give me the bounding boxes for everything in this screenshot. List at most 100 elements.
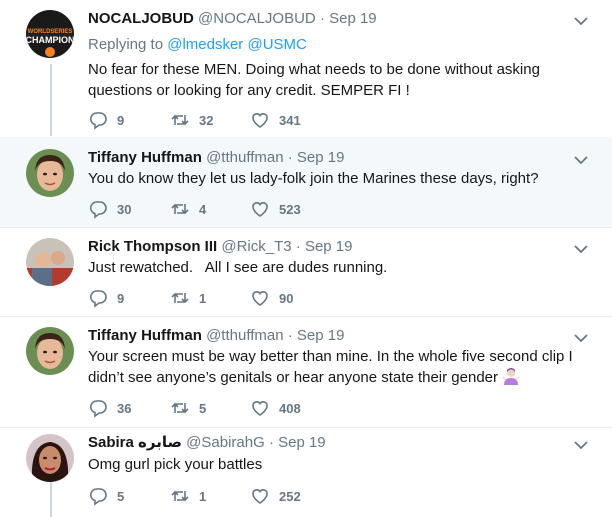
separator-dot: · [319, 10, 325, 27]
retweet-button[interactable]: 1 [170, 486, 206, 506]
reply-icon [89, 488, 107, 506]
heart-icon [252, 113, 268, 128]
woman-shrugging-emoji-icon [502, 368, 520, 385]
chevron-down-icon[interactable] [572, 240, 590, 258]
reply-count: 5 [117, 488, 125, 504]
tweet-date[interactable]: Sep 19 [329, 10, 377, 27]
svg-text:CHAMPION: CHAMPION [26, 35, 74, 45]
display-name[interactable]: Tiffany Huffman [88, 149, 202, 166]
retweet-button[interactable]: 1 [170, 288, 206, 308]
reply-count: 9 [117, 290, 125, 306]
retweet-count: 5 [199, 400, 207, 416]
like-button[interactable]: 90 [250, 288, 293, 308]
tweet[interactable]: Sabira صابره @SabirahG · Sep 19 Omg gurl… [0, 428, 612, 517]
user-handle[interactable]: @SabirahG [186, 434, 265, 451]
like-count: 252 [279, 488, 301, 504]
replying-to-label: Replying to [88, 36, 164, 53]
like-count: 341 [279, 112, 301, 128]
tweet-text: Omg gurl pick your battles [88, 456, 263, 473]
reply-button[interactable]: 5 [88, 486, 124, 506]
like-button[interactable]: 408 [250, 398, 301, 418]
retweet-icon [171, 292, 189, 304]
tweet-actions: 30 4 523 [88, 199, 348, 219]
reply-button[interactable]: 9 [88, 110, 124, 130]
reply-count: 9 [117, 112, 125, 128]
avatar[interactable] [26, 149, 74, 197]
display-name[interactable]: Rick Thompson III [88, 238, 217, 255]
reply-icon [89, 112, 107, 130]
profile-photo-icon [26, 149, 74, 197]
retweet-button[interactable]: 4 [170, 199, 206, 219]
mention-link[interactable]: @USMC [247, 36, 306, 53]
retweet-count: 1 [199, 290, 207, 306]
user-handle[interactable]: @NOCALJOBUD [198, 10, 316, 27]
profile-photo-icon [26, 238, 74, 286]
reply-button[interactable]: 36 [88, 398, 131, 418]
world-series-logo-icon: WORLDSERIES CHAMPION [26, 10, 74, 58]
reply-count: 36 [117, 400, 132, 416]
like-button[interactable]: 341 [250, 110, 301, 130]
mention-link[interactable]: @lmedsker [167, 36, 243, 53]
tweet[interactable]: Tiffany Huffman @tthuffman · Sep 19 Your… [0, 317, 612, 427]
display-name[interactable]: NOCALJOBUD [88, 10, 194, 27]
like-count: 408 [279, 400, 301, 416]
reply-icon [89, 201, 107, 219]
tweet[interactable]: Rick Thompson III @Rick_T3 · Sep 19 Just… [0, 228, 612, 316]
tweet-header: Tiffany Huffman @tthuffman · Sep 19 [88, 327, 344, 345]
retweet-button[interactable]: 32 [170, 110, 213, 130]
heart-icon [252, 489, 268, 504]
retweet-count: 32 [199, 112, 214, 128]
retweet-icon [171, 402, 189, 414]
user-handle[interactable]: @tthuffman [206, 149, 284, 166]
tweet-header: NOCALJOBUD @NOCALJOBUD · Sep 19 [88, 10, 377, 28]
separator-dot: · [287, 327, 293, 344]
heart-icon [252, 202, 268, 217]
avatar[interactable] [26, 238, 74, 286]
tweet-text-content: Your screen must be way better than mine… [88, 348, 573, 386]
tweet[interactable]: WORLDSERIES CHAMPION NOCALJOBUD @NOCALJO… [0, 0, 612, 137]
tweet-date[interactable]: Sep 19 [297, 327, 345, 344]
chevron-down-icon[interactable] [572, 329, 590, 347]
tweet-date[interactable]: Sep 19 [305, 238, 353, 255]
reply-button[interactable]: 9 [88, 288, 124, 308]
tweet-header: Tiffany Huffman @tthuffman · Sep 19 [88, 149, 344, 167]
chevron-down-icon[interactable] [572, 436, 590, 454]
reply-button[interactable]: 30 [88, 199, 131, 219]
tweet-text: No fear for these MEN. Doing what needs … [88, 61, 540, 99]
avatar[interactable] [26, 327, 74, 375]
heart-icon [252, 291, 268, 306]
profile-photo-icon [26, 434, 74, 482]
tweet-date[interactable]: Sep 19 [278, 434, 326, 451]
reply-count: 30 [117, 201, 132, 217]
retweet-icon [171, 203, 189, 215]
retweet-button[interactable]: 5 [170, 398, 206, 418]
separator-dot: · [295, 238, 301, 255]
tweet-date[interactable]: Sep 19 [297, 149, 345, 166]
tweet-actions: 36 5 408 [88, 398, 348, 418]
reply-icon [89, 290, 107, 308]
retweet-icon [171, 490, 189, 502]
display-name[interactable]: Sabira صابره [88, 434, 182, 451]
like-button[interactable]: 523 [250, 199, 301, 219]
retweet-icon [171, 114, 189, 126]
avatar[interactable] [26, 434, 74, 482]
avatar[interactable]: WORLDSERIES CHAMPION [26, 10, 74, 58]
chevron-down-icon[interactable] [572, 151, 590, 169]
replying-to: Replying to @lmedsker @USMC [88, 36, 307, 54]
reply-icon [89, 400, 107, 418]
tweet-text: Your screen must be way better than mine… [88, 346, 593, 388]
chevron-down-icon[interactable] [572, 12, 590, 30]
like-count: 90 [279, 290, 294, 306]
display-name[interactable]: Tiffany Huffman [88, 327, 202, 344]
like-button[interactable]: 252 [250, 486, 301, 506]
profile-photo-icon [26, 327, 74, 375]
tweet-text: You do know they let us lady-folk join t… [88, 170, 539, 187]
separator-dot: · [287, 149, 293, 166]
retweet-count: 1 [199, 488, 207, 504]
tweet-header: Rick Thompson III @Rick_T3 · Sep 19 [88, 238, 353, 256]
like-count: 523 [279, 201, 301, 217]
tweet[interactable]: Tiffany Huffman @tthuffman · Sep 19 You … [0, 137, 612, 227]
user-handle[interactable]: @tthuffman [206, 327, 284, 344]
user-handle[interactable]: @Rick_T3 [221, 238, 291, 255]
retweet-count: 4 [199, 201, 207, 217]
